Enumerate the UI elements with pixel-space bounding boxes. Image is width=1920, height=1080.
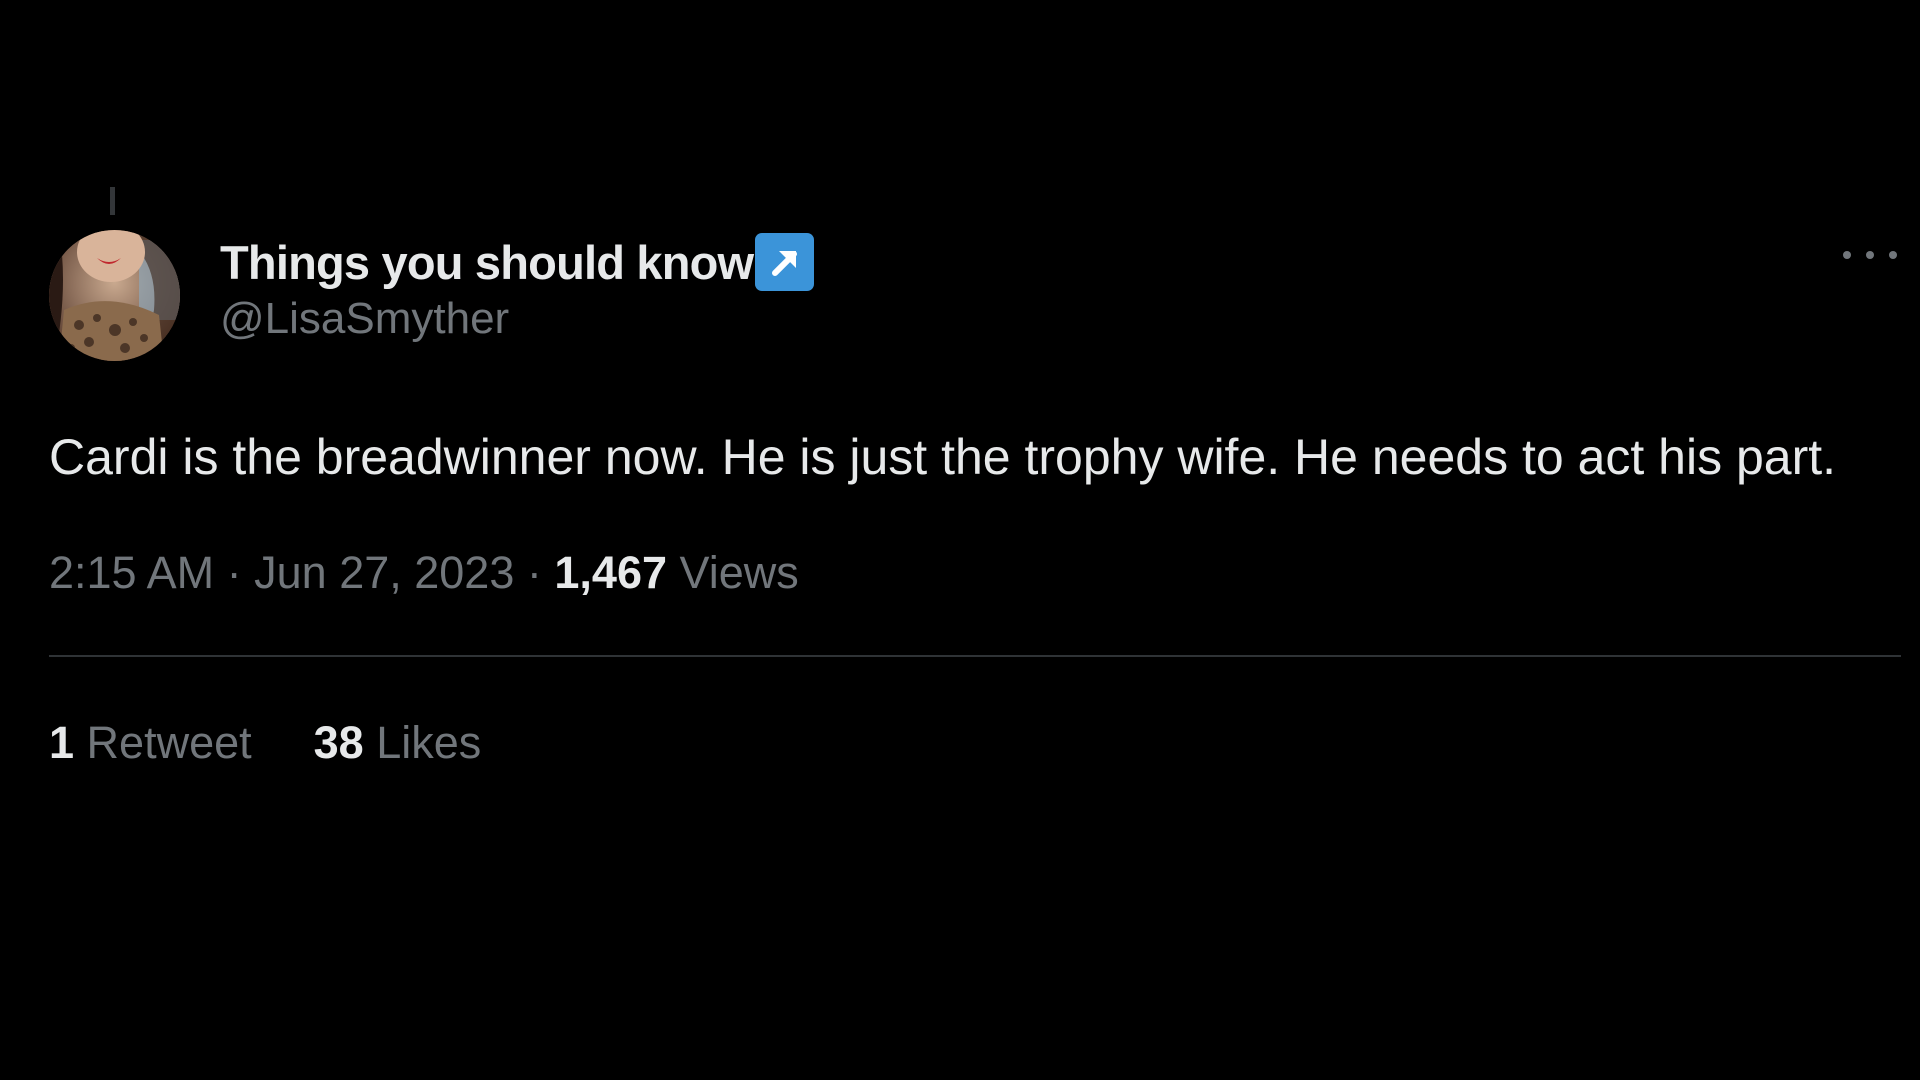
- likes-label: Likes: [376, 717, 482, 768]
- display-name-row[interactable]: Things you should know: [220, 232, 815, 292]
- author-handle[interactable]: @LisaSmyther: [220, 294, 814, 344]
- more-dot-icon: [1843, 251, 1851, 259]
- views-label: Views: [679, 547, 799, 598]
- divider: [49, 655, 1901, 657]
- likes-count: 38: [313, 717, 364, 768]
- tweet-date[interactable]: Jun 27, 2023: [254, 547, 514, 598]
- meta-separator: ·: [226, 547, 242, 598]
- views-count: 1,467: [554, 547, 668, 598]
- tweet-text: Cardi is the breadwinner now. He is just…: [49, 429, 1837, 485]
- more-dot-icon: [1866, 251, 1874, 259]
- meta-separator: ·: [526, 547, 542, 598]
- retweets-count: 1: [49, 717, 75, 768]
- avatar[interactable]: [49, 230, 180, 361]
- tweet-header: Things you should know @LisaSmyther: [49, 226, 1901, 361]
- more-dot-icon: [1889, 251, 1897, 259]
- tweet-page: Things you should know @LisaSmyther Card…: [0, 0, 1920, 1080]
- north-east-arrow-icon: [755, 233, 815, 291]
- author-names: Things you should know @LisaSmyther: [220, 232, 815, 344]
- retweets-label: Retweet: [86, 717, 252, 768]
- display-name[interactable]: Things you should know: [220, 235, 754, 290]
- avatar-image: [49, 230, 180, 361]
- likes-stat[interactable]: 38 Likes: [314, 717, 482, 769]
- retweets-stat[interactable]: 1 Retweet: [49, 717, 252, 769]
- tweet-time[interactable]: 2:15 AM: [49, 547, 214, 598]
- tweet-meta: 2:15 AM · Jun 27, 2023 · 1,467 Views: [49, 543, 1901, 603]
- tweet-stats: 1 Retweet 38 Likes: [49, 717, 1901, 769]
- tweet-card[interactable]: Things you should know @LisaSmyther Card…: [49, 226, 1901, 769]
- more-options-button[interactable]: [1843, 240, 1897, 270]
- thread-connector-line: [110, 187, 115, 215]
